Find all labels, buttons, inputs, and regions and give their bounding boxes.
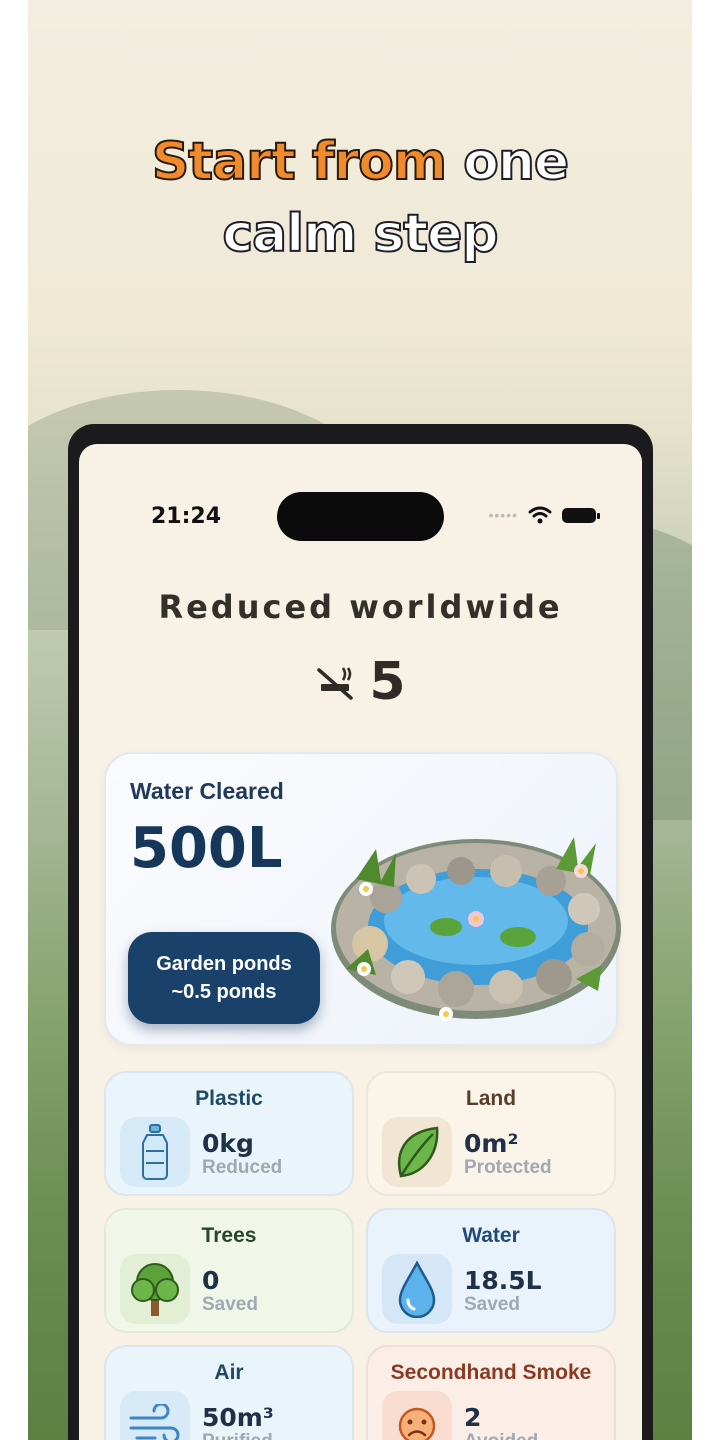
tile-plastic-title: Plastic bbox=[195, 1087, 263, 1110]
garden-ponds-label: Garden ponds bbox=[156, 953, 292, 975]
tile-trees[interactable]: Trees 0 Saved bbox=[104, 1208, 354, 1333]
wind-icon bbox=[120, 1391, 190, 1440]
tile-air[interactable]: Air 50m³ Purified bbox=[104, 1345, 354, 1440]
battery-icon bbox=[562, 507, 600, 523]
pond-illustration bbox=[331, 837, 621, 1021]
dynamic-island bbox=[277, 492, 444, 541]
reduced-count-row: 5 bbox=[79, 652, 642, 712]
tile-water-title: Water bbox=[462, 1224, 520, 1247]
garden-ponds-amount: ~0.5 ponds bbox=[171, 981, 277, 1003]
tile-land-title: Land bbox=[465, 1087, 517, 1110]
water-cleared-value: 500L bbox=[130, 816, 283, 881]
tile-water-sub: Saved bbox=[464, 1294, 520, 1315]
tile-air-value: 50m³ bbox=[202, 1403, 274, 1432]
tile-water[interactable]: Water 18.5L Saved bbox=[366, 1208, 616, 1333]
tile-land-value: 0m² bbox=[464, 1129, 519, 1158]
tile-trees-sub: Saved bbox=[202, 1294, 258, 1315]
tile-smoke-sub: Avoided bbox=[464, 1431, 538, 1440]
reduced-title: Reduced worldwide bbox=[158, 588, 563, 626]
leaf-icon bbox=[382, 1117, 452, 1187]
phone-screen: 21:24 ••••• Reduced worldwide 5 Water Cl… bbox=[79, 444, 642, 1440]
water-cleared-card: Water Cleared 500L Garden ponds ~0.5 pon… bbox=[104, 752, 621, 1046]
phone-frame: 21:24 ••••• Reduced worldwide 5 Water Cl… bbox=[68, 424, 653, 1440]
reduced-count: 5 bbox=[369, 652, 406, 712]
water-bottle-icon bbox=[120, 1117, 190, 1187]
tile-land[interactable]: Land 0m² Protected bbox=[366, 1071, 616, 1196]
water-cleared-label: Water Cleared bbox=[130, 778, 284, 804]
water-drop-icon bbox=[382, 1254, 452, 1324]
garden-ponds-button[interactable]: Garden ponds ~0.5 ponds bbox=[128, 932, 320, 1024]
tile-air-title: Air bbox=[214, 1361, 244, 1384]
tree-icon bbox=[120, 1254, 190, 1324]
signal-icon: ••••• bbox=[488, 507, 518, 523]
no-smoking-icon bbox=[317, 667, 354, 700]
promo-headline: Start from one calm step bbox=[28, 126, 692, 270]
tile-smoke-value: 2 bbox=[464, 1403, 482, 1432]
headline-line2: calm step bbox=[221, 203, 499, 265]
tile-plastic-sub: Reduced bbox=[202, 1157, 283, 1178]
status-time: 21:24 bbox=[151, 504, 222, 529]
tile-plastic[interactable]: Plastic 0kg Reduced bbox=[104, 1071, 354, 1196]
status-icons: ••••• bbox=[488, 506, 600, 524]
tile-trees-title: Trees bbox=[201, 1224, 257, 1247]
wifi-icon bbox=[528, 506, 552, 524]
tile-water-value: 18.5L bbox=[464, 1266, 542, 1295]
tile-secondhand-smoke[interactable]: Secondhand Smoke 2 Avoided bbox=[366, 1345, 616, 1440]
headline-accent: Start from bbox=[151, 131, 448, 193]
tile-trees-value: 0 bbox=[202, 1266, 220, 1295]
headline-line1-rest: one bbox=[462, 131, 570, 193]
tile-smoke-title: Secondhand Smoke bbox=[390, 1361, 592, 1384]
tile-plastic-value: 0kg bbox=[202, 1129, 254, 1158]
sad-face-icon bbox=[382, 1391, 452, 1440]
tile-air-sub: Purified bbox=[202, 1431, 273, 1440]
tile-land-sub: Protected bbox=[464, 1157, 552, 1178]
